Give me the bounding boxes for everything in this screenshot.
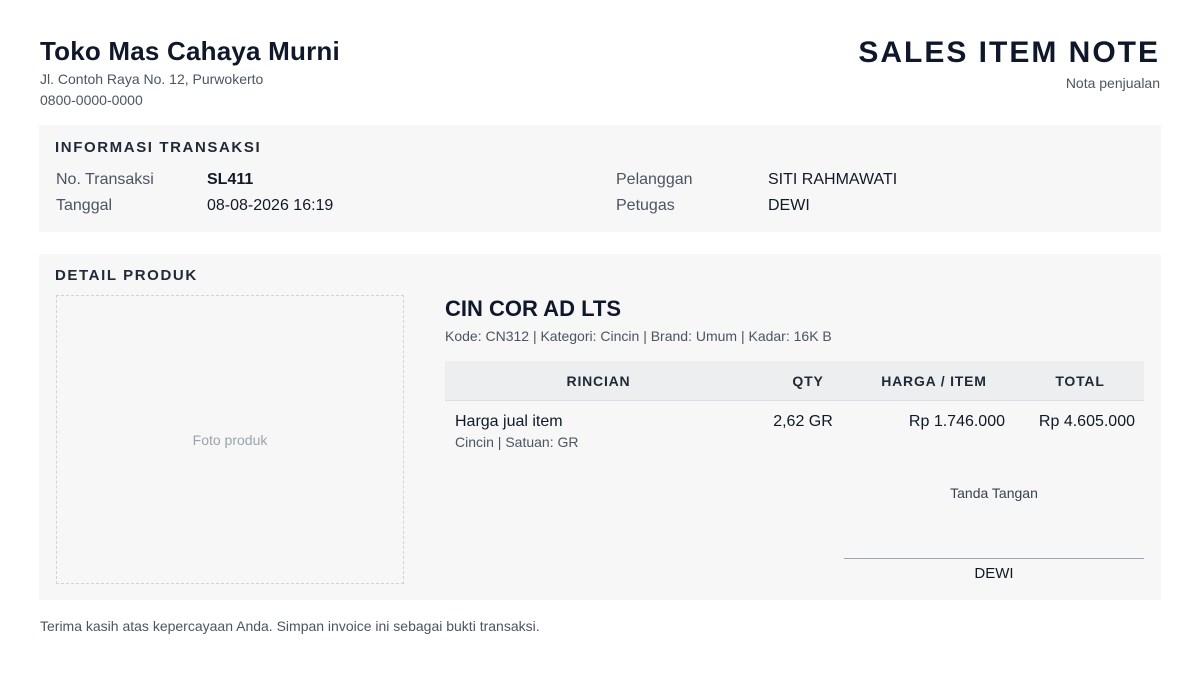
transaction-date-value: 08-08-2026 16:19: [207, 197, 334, 214]
store-name: Toko Mas Cahaya Murni: [40, 36, 340, 66]
product-photo-placeholder: Foto produk: [56, 295, 404, 584]
signature-line: [844, 558, 1144, 559]
product-meta: Kode: CN312 | Kategori: Cincin | Brand: …: [445, 328, 832, 344]
row-total: Rp 4.605.000: [1038, 413, 1135, 430]
transaction-section-title: INFORMASI TRANSAKSI: [55, 139, 262, 156]
store-phone: 0800-0000-0000: [40, 92, 143, 108]
transaction-number-value: SL411: [207, 171, 254, 188]
customer-label: Pelanggan: [616, 171, 693, 188]
product-name: CIN COR AD LTS: [445, 296, 621, 321]
row-item-name: Harga jual item: [455, 413, 563, 430]
column-header-qty: QTY: [792, 373, 824, 389]
signature-name: DEWI: [974, 565, 1014, 582]
sales-note-page: Toko Mas Cahaya Murni Jl. Contoh Raya No…: [0, 0, 1200, 673]
transaction-date-label: Tanggal: [56, 197, 113, 214]
product-detail-panel: DETAIL PRODUK Foto produk CIN COR AD LTS…: [39, 254, 1161, 600]
column-header-total: TOTAL: [1055, 373, 1105, 389]
column-header-price: HARGA / ITEM: [881, 373, 987, 389]
transaction-number-label: No. Transaksi: [56, 171, 154, 188]
staff-label: Petugas: [616, 197, 675, 214]
row-price: Rp 1.746.000: [908, 413, 1005, 430]
signature-label: Tanda Tangan: [950, 485, 1038, 501]
table-header: RINCIAN QTY HARGA / ITEM TOTAL: [445, 361, 1144, 401]
document-title: SALES ITEM NOTE: [858, 36, 1160, 69]
product-section-title: DETAIL PRODUK: [55, 267, 198, 284]
product-photo-label: Foto produk: [192, 431, 268, 448]
staff-value: DEWI: [768, 197, 810, 214]
row-qty: 2,62 GR: [773, 413, 833, 430]
row-item-sub: Cincin | Satuan: GR: [455, 434, 579, 450]
transaction-info-panel: INFORMASI TRANSAKSI No. Transaksi SL411 …: [39, 125, 1161, 232]
footer-note: Terima kasih atas kepercayaan Anda. Simp…: [40, 618, 540, 634]
customer-value: SITI RAHMAWATI: [768, 171, 898, 188]
column-header-rincian: RINCIAN: [566, 373, 631, 389]
store-address: Jl. Contoh Raya No. 12, Purwokerto: [40, 71, 264, 87]
document-subtitle: Nota penjualan: [1065, 75, 1160, 91]
